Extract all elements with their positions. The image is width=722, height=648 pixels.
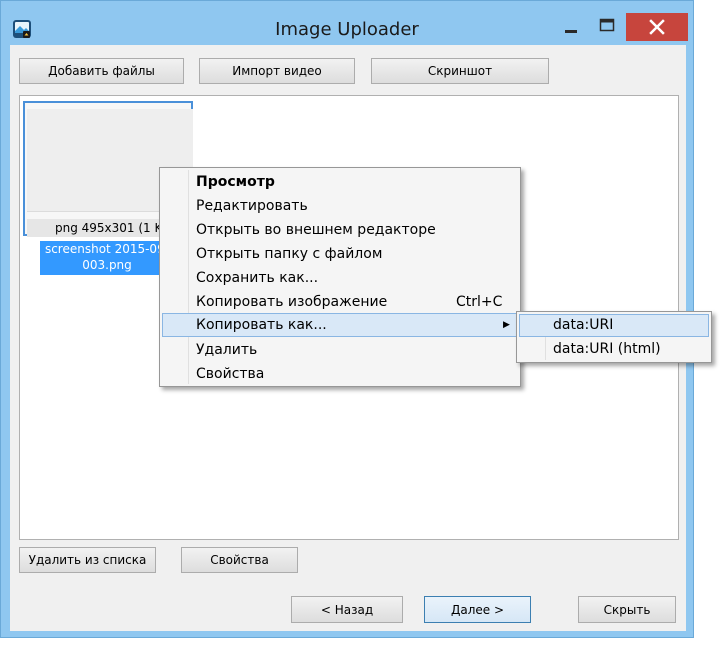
menu-item-label: Свойства	[196, 366, 265, 382]
menu-item-label: Редактировать	[196, 198, 308, 214]
submenu-item-label: data:URI	[553, 317, 614, 333]
menu-item-label: Копировать изображение	[196, 294, 388, 310]
menu-item-label: Копировать как...	[196, 317, 327, 333]
menu-item-open-external-editor[interactable]: Открыть во внешнем редакторе	[162, 218, 518, 242]
next-button[interactable]: Далее >	[424, 596, 531, 623]
hide-button[interactable]: Скрыть	[578, 596, 676, 623]
menu-item-delete[interactable]: Удалить	[162, 338, 518, 362]
menu-item-label: Сохранить как...	[196, 270, 319, 286]
file-name-line2: 003.png	[82, 258, 132, 272]
menu-item-properties[interactable]: Свойства	[162, 362, 518, 386]
menu-item-label: Просмотр	[196, 174, 275, 190]
maximize-icon[interactable]	[591, 13, 623, 41]
import-video-button[interactable]: Импорт видео	[199, 58, 355, 84]
menu-item-label: Открыть папку с файлом	[196, 246, 383, 262]
menu-item-copy-image[interactable]: Копировать изображение Ctrl+C	[162, 290, 518, 314]
menu-item-shortcut: Ctrl+C	[456, 294, 503, 310]
minimize-icon[interactable]	[556, 13, 586, 41]
screenshot-button[interactable]: Скриншот	[371, 58, 549, 84]
submenu-item-data-uri-html[interactable]: data:URI (html)	[519, 338, 709, 361]
menu-item-preview[interactable]: Просмотр	[162, 170, 518, 194]
menu-item-edit[interactable]: Редактировать	[162, 194, 518, 218]
remove-from-list-button[interactable]: Удалить из списка	[19, 547, 156, 573]
close-icon[interactable]	[626, 13, 688, 41]
file-name-line1: screenshot 2015-09-	[44, 242, 170, 256]
menu-item-label: Удалить	[196, 342, 258, 358]
add-files-button[interactable]: Добавить файлы	[19, 58, 184, 84]
menu-item-open-folder[interactable]: Открыть папку с файлом	[162, 242, 518, 266]
back-button[interactable]: < Назад	[291, 596, 403, 623]
window-title: Image Uploader	[275, 19, 419, 40]
context-menu: Просмотр Редактировать Открыть во внешне…	[159, 167, 521, 387]
submenu-arrow-icon: ▶	[503, 320, 510, 330]
properties-button[interactable]: Свойства	[181, 547, 298, 573]
submenu-item-data-uri[interactable]: data:URI	[519, 314, 709, 337]
submenu-item-label: data:URI (html)	[553, 341, 661, 357]
copy-as-submenu: data:URI data:URI (html)	[516, 311, 712, 363]
menu-item-copy-as[interactable]: Копировать как... ▶	[162, 313, 518, 337]
menu-item-save-as[interactable]: Сохранить как...	[162, 266, 518, 290]
menu-item-label: Открыть во внешнем редакторе	[196, 222, 436, 238]
title-bar[interactable]: Image Uploader	[1, 1, 693, 45]
file-name-label[interactable]: screenshot 2015-09- 003.png	[40, 241, 174, 275]
